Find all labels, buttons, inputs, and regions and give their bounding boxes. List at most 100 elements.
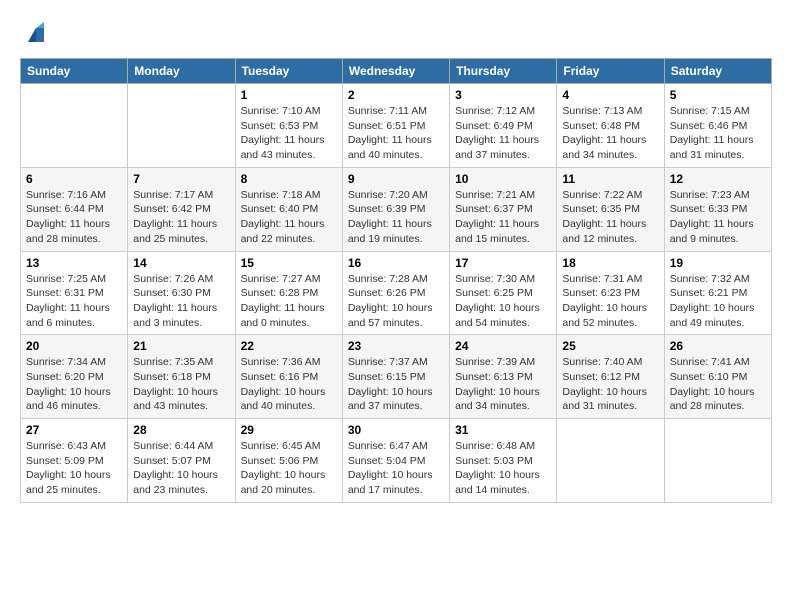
weekday-header: Sunday xyxy=(21,59,128,84)
day-info: Sunrise: 7:28 AM Sunset: 6:26 PM Dayligh… xyxy=(348,272,444,331)
calendar-cell: 10 Sunrise: 7:21 AM Sunset: 6:37 PM Dayli… xyxy=(450,167,557,251)
weekday-header: Monday xyxy=(128,59,235,84)
day-info: Sunrise: 7:13 AM Sunset: 6:48 PM Dayligh… xyxy=(562,104,658,163)
day-info: Sunrise: 7:39 AM Sunset: 6:13 PM Dayligh… xyxy=(455,355,551,414)
day-info: Sunrise: 7:35 AM Sunset: 6:18 PM Dayligh… xyxy=(133,355,229,414)
calendar-cell: 21 Sunrise: 7:35 AM Sunset: 6:18 PM Dayli… xyxy=(128,335,235,419)
calendar-cell xyxy=(128,84,235,168)
calendar-cell: 11 Sunrise: 7:22 AM Sunset: 6:35 PM Dayli… xyxy=(557,167,664,251)
calendar-cell: 15 Sunrise: 7:27 AM Sunset: 6:28 PM Dayli… xyxy=(235,251,342,335)
day-number: 5 xyxy=(670,88,766,102)
day-number: 26 xyxy=(670,339,766,353)
day-info: Sunrise: 7:11 AM Sunset: 6:51 PM Dayligh… xyxy=(348,104,444,163)
weekday-header: Tuesday xyxy=(235,59,342,84)
day-info: Sunrise: 7:16 AM Sunset: 6:44 PM Dayligh… xyxy=(26,188,122,247)
day-number: 27 xyxy=(26,423,122,437)
day-info: Sunrise: 6:44 AM Sunset: 5:07 PM Dayligh… xyxy=(133,439,229,498)
day-info: Sunrise: 6:47 AM Sunset: 5:04 PM Dayligh… xyxy=(348,439,444,498)
day-number: 30 xyxy=(348,423,444,437)
day-number: 24 xyxy=(455,339,551,353)
day-info: Sunrise: 7:23 AM Sunset: 6:33 PM Dayligh… xyxy=(670,188,766,247)
day-info: Sunrise: 7:36 AM Sunset: 6:16 PM Dayligh… xyxy=(241,355,337,414)
calendar-cell: 8Sunrise: 7:18 AM Sunset: 6:40 PM Daylig… xyxy=(235,167,342,251)
day-number: 23 xyxy=(348,339,444,353)
calendar-cell xyxy=(557,419,664,503)
day-number: 14 xyxy=(133,256,229,270)
day-info: Sunrise: 7:32 AM Sunset: 6:21 PM Dayligh… xyxy=(670,272,766,331)
day-number: 4 xyxy=(562,88,658,102)
calendar-table: SundayMondayTuesdayWednesdayThursdayFrid… xyxy=(20,58,772,503)
calendar-week-row: 13 Sunrise: 7:25 AM Sunset: 6:31 PM Dayli… xyxy=(21,251,772,335)
calendar-cell: 20Sunrise: 7:34 AM Sunset: 6:20 PM Dayli… xyxy=(21,335,128,419)
day-info: Sunrise: 7:21 AM Sunset: 6:37 PM Dayligh… xyxy=(455,188,551,247)
calendar-cell xyxy=(21,84,128,168)
day-info: Sunrise: 7:18 AM Sunset: 6:40 PM Dayligh… xyxy=(241,188,337,247)
day-number: 10 xyxy=(455,172,551,186)
calendar-cell: 5 Sunrise: 7:15 AM Sunset: 6:46 PM Daylig… xyxy=(664,84,771,168)
calendar-cell: 30 Sunrise: 6:47 AM Sunset: 5:04 PM Dayli… xyxy=(342,419,449,503)
calendar-cell: 28 Sunrise: 6:44 AM Sunset: 5:07 PM Dayli… xyxy=(128,419,235,503)
calendar-week-row: 6 Sunrise: 7:16 AM Sunset: 6:44 PM Daylig… xyxy=(21,167,772,251)
logo-icon xyxy=(22,20,50,48)
calendar-cell: 6 Sunrise: 7:16 AM Sunset: 6:44 PM Daylig… xyxy=(21,167,128,251)
day-number: 1 xyxy=(241,88,337,102)
calendar-cell: 31Sunrise: 6:48 AM Sunset: 5:03 PM Dayli… xyxy=(450,419,557,503)
day-info: Sunrise: 7:12 AM Sunset: 6:49 PM Dayligh… xyxy=(455,104,551,163)
day-info: Sunrise: 7:25 AM Sunset: 6:31 PM Dayligh… xyxy=(26,272,122,331)
calendar-cell: 18 Sunrise: 7:31 AM Sunset: 6:23 PM Dayli… xyxy=(557,251,664,335)
calendar-cell: 1 Sunrise: 7:10 AM Sunset: 6:53 PM Daylig… xyxy=(235,84,342,168)
day-info: Sunrise: 7:22 AM Sunset: 6:35 PM Dayligh… xyxy=(562,188,658,247)
calendar-cell xyxy=(664,419,771,503)
day-info: Sunrise: 7:37 AM Sunset: 6:15 PM Dayligh… xyxy=(348,355,444,414)
calendar-cell: 16 Sunrise: 7:28 AM Sunset: 6:26 PM Dayli… xyxy=(342,251,449,335)
day-number: 3 xyxy=(455,88,551,102)
day-number: 7 xyxy=(133,172,229,186)
calendar-cell: 7 Sunrise: 7:17 AM Sunset: 6:42 PM Daylig… xyxy=(128,167,235,251)
calendar-cell: 27 Sunrise: 6:43 AM Sunset: 5:09 PM Dayli… xyxy=(21,419,128,503)
day-info: Sunrise: 7:10 AM Sunset: 6:53 PM Dayligh… xyxy=(241,104,337,163)
weekday-header: Thursday xyxy=(450,59,557,84)
day-info: Sunrise: 7:27 AM Sunset: 6:28 PM Dayligh… xyxy=(241,272,337,331)
calendar-week-row: 27 Sunrise: 6:43 AM Sunset: 5:09 PM Dayli… xyxy=(21,419,772,503)
day-info: Sunrise: 7:40 AM Sunset: 6:12 PM Dayligh… xyxy=(562,355,658,414)
calendar-cell: 26 Sunrise: 7:41 AM Sunset: 6:10 PM Dayli… xyxy=(664,335,771,419)
day-number: 19 xyxy=(670,256,766,270)
day-number: 2 xyxy=(348,88,444,102)
calendar-cell: 4 Sunrise: 7:13 AM Sunset: 6:48 PM Daylig… xyxy=(557,84,664,168)
day-number: 18 xyxy=(562,256,658,270)
day-number: 28 xyxy=(133,423,229,437)
day-number: 12 xyxy=(670,172,766,186)
calendar-cell: 13 Sunrise: 7:25 AM Sunset: 6:31 PM Dayli… xyxy=(21,251,128,335)
calendar-cell: 29Sunrise: 6:45 AM Sunset: 5:06 PM Dayli… xyxy=(235,419,342,503)
day-number: 16 xyxy=(348,256,444,270)
day-info: Sunrise: 7:30 AM Sunset: 6:25 PM Dayligh… xyxy=(455,272,551,331)
calendar-cell: 12 Sunrise: 7:23 AM Sunset: 6:33 PM Dayli… xyxy=(664,167,771,251)
day-number: 6 xyxy=(26,172,122,186)
day-number: 15 xyxy=(241,256,337,270)
weekday-header-row: SundayMondayTuesdayWednesdayThursdayFrid… xyxy=(21,59,772,84)
calendar-week-row: 20Sunrise: 7:34 AM Sunset: 6:20 PM Dayli… xyxy=(21,335,772,419)
day-number: 21 xyxy=(133,339,229,353)
logo xyxy=(20,20,50,48)
day-info: Sunrise: 6:43 AM Sunset: 5:09 PM Dayligh… xyxy=(26,439,122,498)
calendar-cell: 9Sunrise: 7:20 AM Sunset: 6:39 PM Daylig… xyxy=(342,167,449,251)
day-info: Sunrise: 7:17 AM Sunset: 6:42 PM Dayligh… xyxy=(133,188,229,247)
calendar-cell: 2 Sunrise: 7:11 AM Sunset: 6:51 PM Daylig… xyxy=(342,84,449,168)
day-number: 13 xyxy=(26,256,122,270)
day-number: 31 xyxy=(455,423,551,437)
calendar-cell: 24 Sunrise: 7:39 AM Sunset: 6:13 PM Dayli… xyxy=(450,335,557,419)
calendar-cell: 23 Sunrise: 7:37 AM Sunset: 6:15 PM Dayli… xyxy=(342,335,449,419)
day-info: Sunrise: 7:15 AM Sunset: 6:46 PM Dayligh… xyxy=(670,104,766,163)
weekday-header: Friday xyxy=(557,59,664,84)
calendar-cell: 3 Sunrise: 7:12 AM Sunset: 6:49 PM Daylig… xyxy=(450,84,557,168)
day-number: 20 xyxy=(26,339,122,353)
weekday-header: Saturday xyxy=(664,59,771,84)
day-number: 17 xyxy=(455,256,551,270)
page-header xyxy=(20,20,772,48)
calendar-cell: 25 Sunrise: 7:40 AM Sunset: 6:12 PM Dayli… xyxy=(557,335,664,419)
day-number: 29 xyxy=(241,423,337,437)
day-info: Sunrise: 7:41 AM Sunset: 6:10 PM Dayligh… xyxy=(670,355,766,414)
day-info: Sunrise: 7:31 AM Sunset: 6:23 PM Dayligh… xyxy=(562,272,658,331)
day-number: 11 xyxy=(562,172,658,186)
day-number: 25 xyxy=(562,339,658,353)
